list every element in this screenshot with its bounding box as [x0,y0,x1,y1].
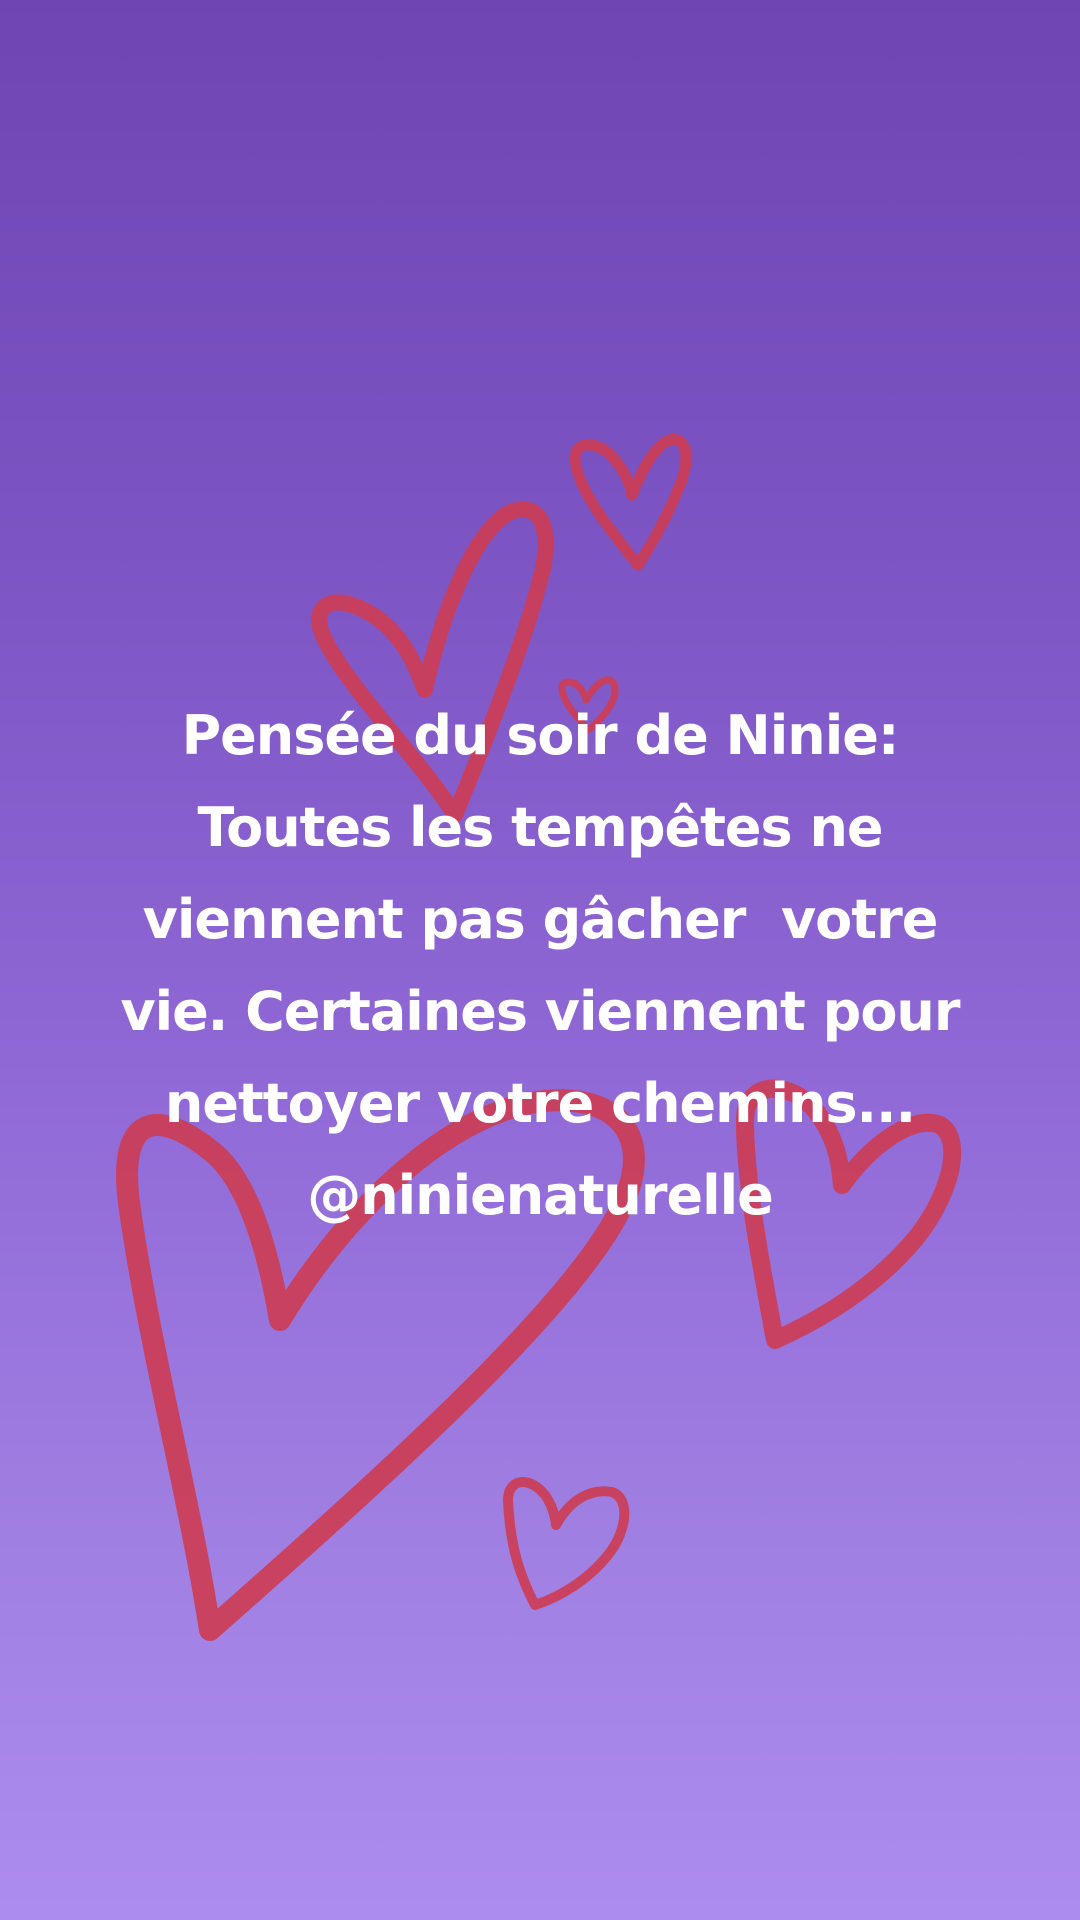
heart-icon-small-top [569,434,692,571]
quote-caption: Pensée du soir de Ninie: Toutes les temp… [90,690,990,1242]
caption-line-5: nettoyer votre chemins... [164,1072,916,1135]
author-handle: @ninienaturelle [307,1164,774,1227]
caption-line-1: Pensée du soir de Ninie: [181,704,900,767]
caption-line-2: Toutes les tempêtes ne [197,796,883,859]
heart-icon-small-bottom [503,1477,630,1610]
story-canvas: Pensée du soir de Ninie: Toutes les temp… [0,0,1080,1920]
caption-line-3: viennent pas gâcher votre [142,888,939,951]
caption-line-4: vie. Certaines viennent pour [120,980,960,1043]
